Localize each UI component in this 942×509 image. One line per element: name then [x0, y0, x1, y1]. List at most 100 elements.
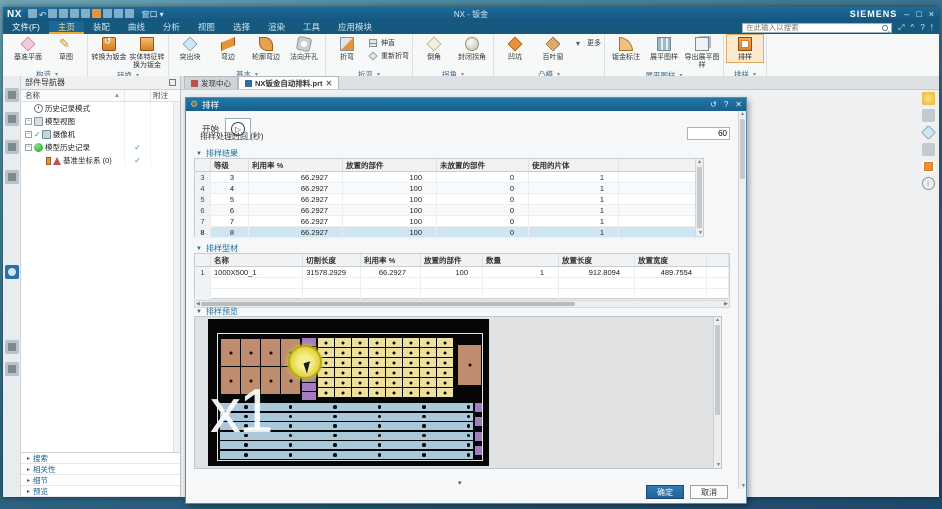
search-input[interactable] — [743, 23, 882, 32]
ribbon-button-cutout[interactable]: 法向开孔 — [286, 35, 322, 62]
ribbon-button-nesting[interactable]: 排样 — [727, 35, 763, 62]
column-header[interactable]: 未放置的部件 — [437, 159, 529, 171]
sort-arrow-icon[interactable]: ▲ — [114, 93, 124, 99]
dialog-scrollbar[interactable]: ▲▼ — [738, 111, 746, 489]
results-scrollbar[interactable]: ▲▼ — [695, 159, 703, 236]
ribbon-button-diamond-blue[interactable]: 突出块 — [172, 35, 208, 62]
ribbon-button-bend[interactable]: 折弯 — [329, 35, 365, 62]
ribbon-button-flatpattern[interactable]: 展平图样 — [646, 35, 682, 62]
table-row[interactable]: 11000X500_131578.292966.29271001912.8094… — [195, 267, 729, 278]
expander-icon[interactable]: − — [25, 131, 32, 138]
paste-icon[interactable] — [81, 9, 90, 18]
column-header[interactable]: 使用的片体 — [529, 159, 619, 171]
flatten-icon[interactable] — [922, 143, 935, 156]
menu-tab[interactable]: 曲线 — [119, 21, 154, 34]
column-header[interactable]: 放置宽度 — [635, 254, 707, 266]
command-search[interactable] — [742, 23, 892, 33]
column-header[interactable]: 利用率 % — [249, 159, 343, 171]
ribbon-button-more[interactable]: 更多 — [573, 37, 601, 49]
restore-button[interactable]: □ — [916, 9, 921, 19]
navigator-scrollbar[interactable] — [173, 102, 180, 452]
preview-scrollbar[interactable]: ▲▼ — [713, 317, 721, 468]
navigator-tree-item[interactable]: 历史记录模式 — [21, 102, 180, 115]
ribbon-button-convert[interactable]: 转换为钣金 — [91, 35, 127, 62]
tab-close-icon[interactable]: ✕ — [326, 79, 333, 88]
navigator-section-item[interactable]: ▸细节 — [21, 475, 180, 486]
ribbon-button-rebend[interactable]: 重新折弯 — [367, 50, 409, 62]
copy-icon[interactable] — [70, 9, 79, 18]
switch-window-icon[interactable] — [125, 9, 134, 18]
ribbon-button-louver[interactable]: 百叶窗 — [535, 35, 571, 62]
table-row[interactable]: 3366.292710001 — [195, 172, 703, 183]
alert-icon[interactable]: ! — [931, 23, 933, 33]
menu-tab[interactable]: 文件(F) — [3, 21, 49, 34]
menu-tab[interactable]: 分析 — [154, 21, 189, 34]
sync-icon[interactable] — [114, 9, 123, 18]
column-header[interactable]: 名称 — [211, 254, 303, 266]
cancel-button[interactable]: 取消 — [690, 485, 728, 499]
close-button[interactable]: × — [929, 9, 934, 19]
dialog-close-icon[interactable]: ✕ — [735, 100, 742, 109]
window-stack-icon[interactable] — [922, 109, 935, 122]
nx-logo[interactable]: NX — [7, 9, 22, 20]
sketch-tool-icon[interactable] — [5, 170, 19, 184]
profiles-horizontal-scrollbar[interactable]: ◀▶ — [194, 300, 730, 308]
dialog-help-icon[interactable]: ? — [724, 100, 728, 109]
document-tab[interactable]: NX钣金自动排料.prt✕ — [238, 76, 339, 89]
cut-icon[interactable] — [59, 9, 68, 18]
gear-icon[interactable] — [5, 88, 19, 102]
ribbon-button-sketch[interactable]: 草图 — [48, 35, 84, 62]
menu-tab[interactable]: 装配 — [84, 21, 119, 34]
nesting-icon[interactable] — [922, 160, 935, 173]
dialog-header[interactable]: ⚙ 排样 ↺?✕ — [186, 98, 746, 111]
undo-icon[interactable]: ↶ — [39, 11, 47, 20]
navigator-section-item[interactable]: ▸搜索 — [21, 453, 180, 464]
menu-tab[interactable]: 工具 — [294, 21, 329, 34]
navigator-column-headers[interactable]: 名称 ▲ 附注 — [21, 90, 180, 102]
navigator-section-item[interactable]: ▸相关性 — [21, 464, 180, 475]
menu-tab[interactable]: 视图 — [189, 21, 224, 34]
column-header[interactable]: 切割长度 — [303, 254, 361, 266]
menu-tab[interactable]: 主页 — [49, 21, 84, 34]
column-header[interactable]: 数量 — [483, 254, 559, 266]
clip-icon[interactable] — [5, 112, 19, 126]
column-header[interactable]: 利用率 % — [361, 254, 421, 266]
search-icon[interactable] — [882, 25, 888, 31]
help-icon[interactable]: ? — [920, 23, 924, 33]
navigator-tree-item[interactable]: −✓摄像机 — [21, 128, 180, 141]
web-browser-icon[interactable] — [5, 265, 19, 279]
ribbon-button-box-orange[interactable]: 实体特征转 换为钣金 — [129, 35, 165, 70]
column-header[interactable]: 等级 — [211, 159, 249, 171]
processing-time-input[interactable] — [687, 127, 730, 140]
column-name[interactable]: 名称 — [21, 90, 114, 101]
column-comment[interactable]: 附注 — [150, 90, 180, 101]
nesting-preview-canvas[interactable]: x1 — [208, 319, 489, 466]
table-row[interactable]: 4466.292710001 — [195, 183, 703, 194]
ribbon-button-closecorner[interactable]: 封闭拐角 — [454, 35, 490, 62]
column-check[interactable] — [124, 90, 150, 101]
navigator-tree-item[interactable]: −模型视图 — [21, 115, 180, 128]
touch-mode-icon[interactable] — [92, 9, 101, 18]
panel-pin-icon[interactable] — [169, 79, 176, 86]
navigator-section-item[interactable]: ▸预览 — [21, 486, 180, 497]
ribbon-button-dimple[interactable]: 凹坑 — [497, 35, 533, 62]
expander-icon[interactable]: − — [25, 144, 32, 151]
column-header[interactable]: 放置长度 — [559, 254, 635, 266]
menu-tab[interactable]: 应用模块 — [329, 21, 381, 34]
assembly-icon[interactable] — [5, 140, 19, 154]
diamond-icon[interactable] — [921, 125, 936, 140]
sparkle-icon[interactable] — [922, 92, 935, 105]
document-tab[interactable]: 发现中心 — [184, 76, 238, 89]
history-icon[interactable] — [5, 340, 19, 354]
collapse-ribbon-icon[interactable]: ^ — [911, 23, 915, 33]
menu-tab[interactable]: 选择 — [224, 21, 259, 34]
window-menu[interactable]: 窗口 ▾ — [141, 9, 163, 20]
table-row[interactable]: 7766.292710001 — [195, 216, 703, 227]
ok-button[interactable]: 确定 — [646, 485, 684, 499]
ribbon-button-chamfer[interactable]: 倒角 — [416, 35, 452, 62]
column-header[interactable]: 放置的部件 — [343, 159, 437, 171]
ribbon-button-contour[interactable]: 轮廓弯边 — [248, 35, 284, 62]
redo-icon[interactable] — [48, 9, 57, 18]
save-icon[interactable] — [28, 9, 37, 18]
ribbon-button-unbend[interactable]: 伸直 — [367, 37, 409, 49]
